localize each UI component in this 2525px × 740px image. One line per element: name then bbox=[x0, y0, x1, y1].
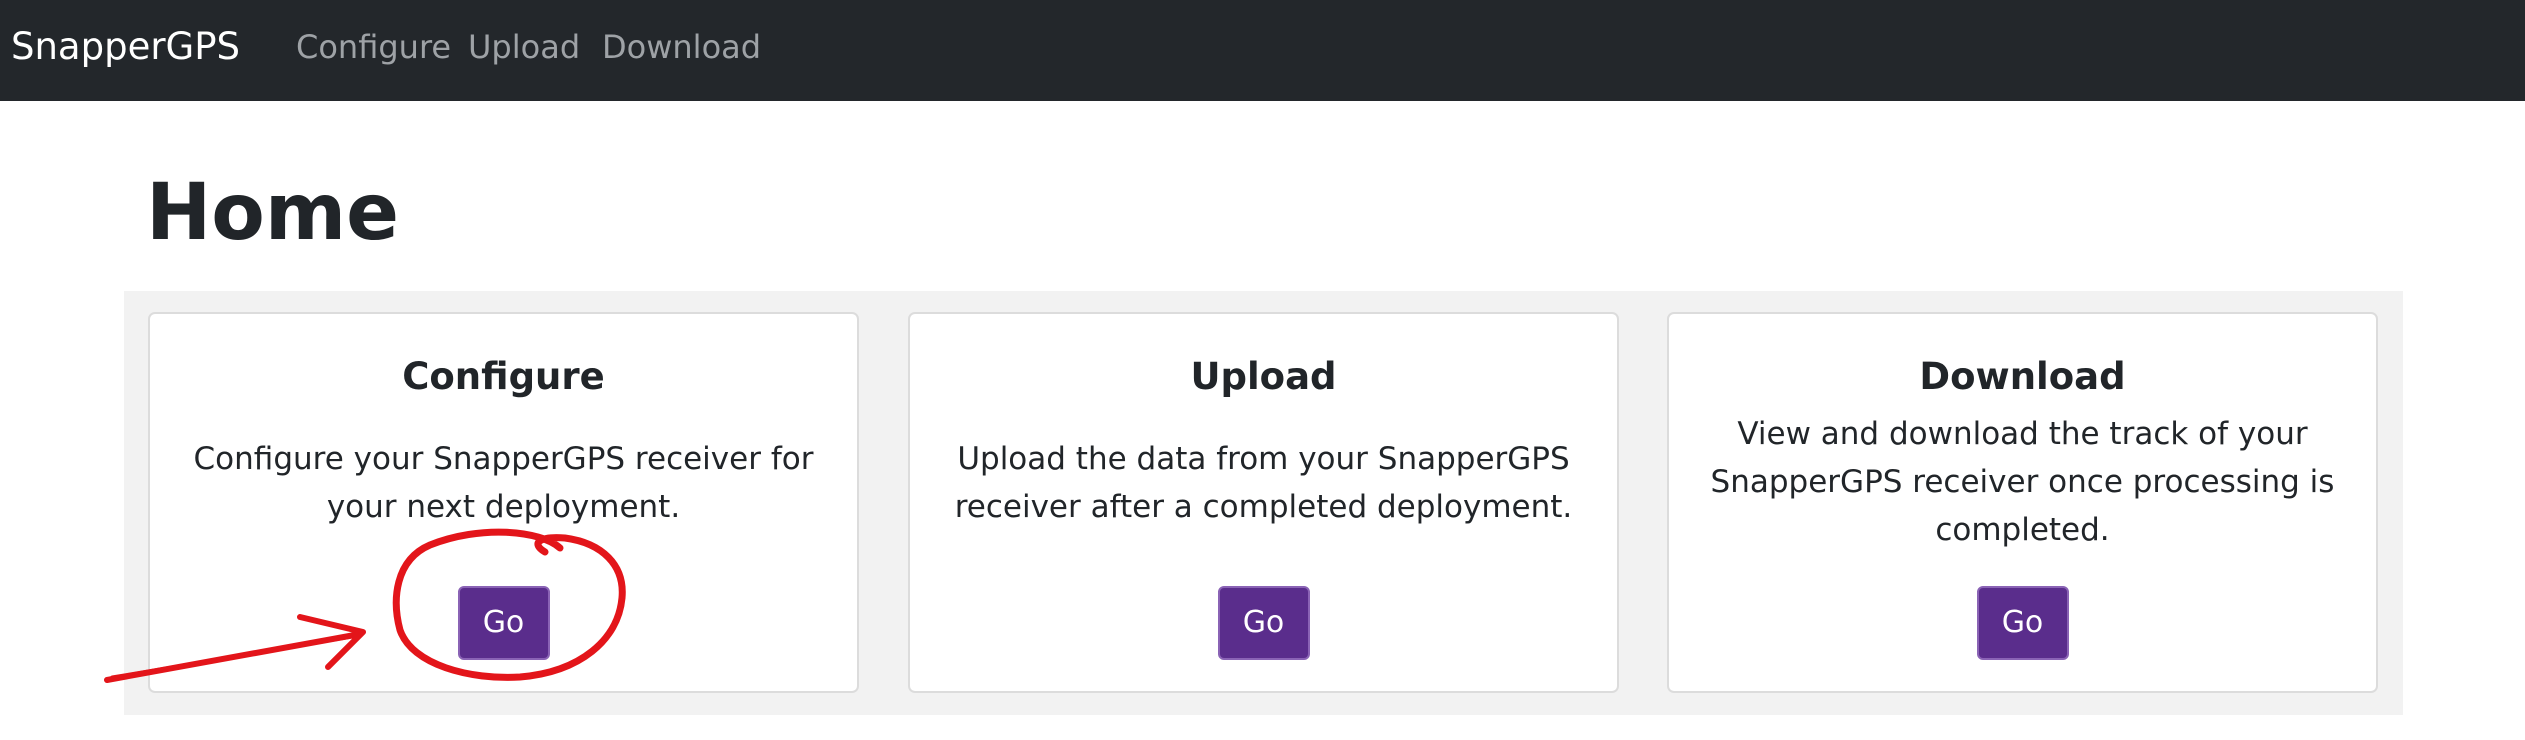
upload-card-title: Upload bbox=[1190, 355, 1337, 398]
upload-go-button[interactable]: Go bbox=[1217, 586, 1310, 660]
upload-card-text: Upload the data from your SnapperGPS rec… bbox=[954, 441, 1573, 525]
page-title: Home bbox=[146, 168, 400, 258]
download-card-text: View and download the track of your Snap… bbox=[1710, 416, 2335, 548]
download-go-button[interactable]: Go bbox=[1976, 586, 2069, 660]
nav-link-configure[interactable]: Configure bbox=[296, 27, 451, 67]
card-deck: Configure Configure your SnapperGPS rece… bbox=[124, 291, 2403, 715]
nav-link-upload[interactable]: Upload bbox=[468, 27, 580, 67]
upload-card: Upload Upload the data from your Snapper… bbox=[908, 312, 1619, 693]
configure-card-title: Configure bbox=[402, 355, 605, 398]
nav-link-download[interactable]: Download bbox=[602, 27, 761, 67]
configure-card-text: Configure your SnapperGPS receiver for y… bbox=[193, 441, 814, 525]
configure-card: Configure Configure your SnapperGPS rece… bbox=[148, 312, 859, 693]
download-card: Download View and download the track of … bbox=[1667, 312, 2378, 693]
download-card-title: Download bbox=[1919, 355, 2126, 398]
configure-go-button[interactable]: Go bbox=[457, 586, 550, 660]
top-navbar: SnapperGPS Configure Upload Download bbox=[0, 0, 2525, 101]
brand-link[interactable]: SnapperGPS bbox=[11, 24, 240, 70]
